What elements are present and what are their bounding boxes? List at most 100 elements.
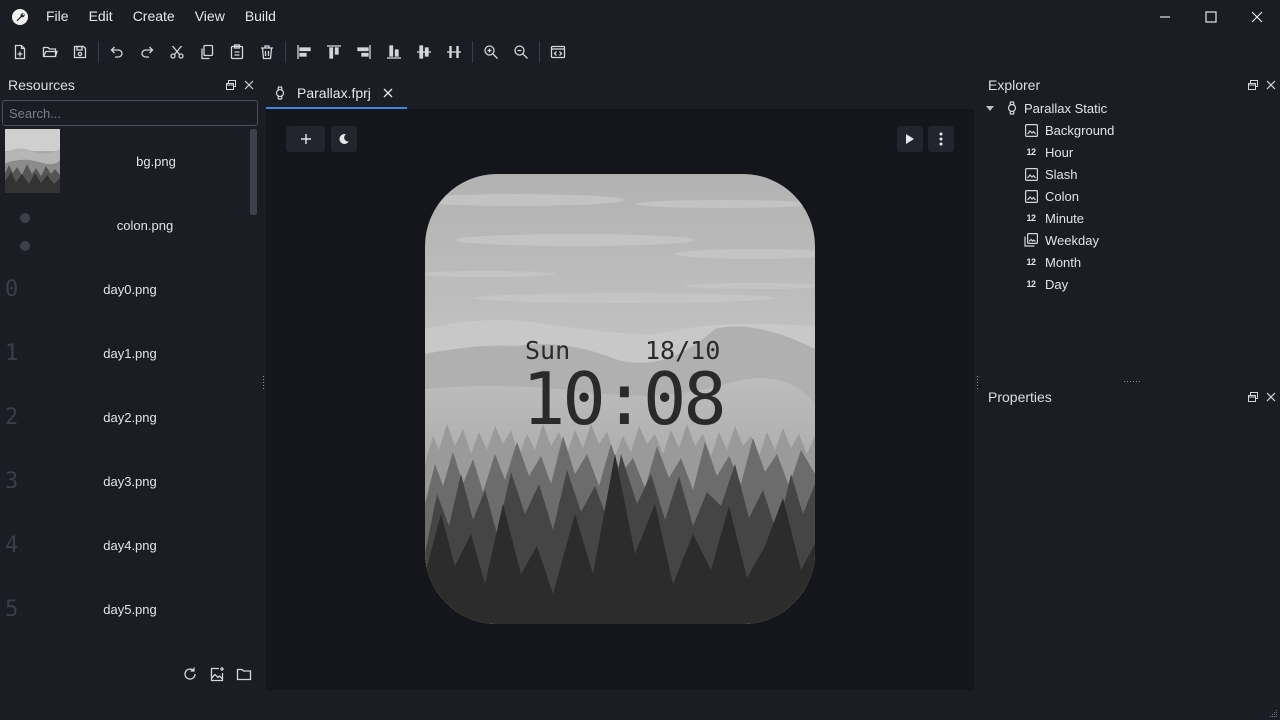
resource-item-day4[interactable]: 4 day4.png	[0, 513, 250, 577]
folder-icon	[236, 668, 252, 681]
toolbar-separator	[539, 41, 540, 63]
zoom-out-button[interactable]	[506, 37, 536, 67]
resource-item-bg[interactable]: bg.png	[0, 129, 250, 193]
design-canvas[interactable]: Sun 18/10 10:08	[266, 109, 974, 690]
watch-icon	[1007, 101, 1017, 115]
tree-item-colon[interactable]: Colon	[1024, 185, 1079, 207]
copy-button[interactable]	[192, 37, 222, 67]
resource-name: day1.png	[103, 345, 157, 361]
dark-mode-button[interactable]	[331, 126, 357, 152]
resource-item-day0[interactable]: 0 day0.png	[0, 257, 250, 321]
search-input[interactable]	[2, 100, 258, 126]
panel-splitter-handle[interactable]	[1124, 380, 1140, 383]
align-center-v-button[interactable]	[409, 37, 439, 67]
close-tab-button[interactable]	[383, 88, 393, 98]
resource-item-day2[interactable]: 2 day2.png	[0, 385, 250, 449]
cut-icon	[170, 45, 184, 59]
open-folder-button[interactable]	[236, 666, 252, 682]
cut-button[interactable]	[162, 37, 192, 67]
resources-panel: Resources bg.png	[0, 73, 262, 690]
preview-play-button[interactable]	[897, 126, 923, 152]
colon-dot	[20, 213, 30, 223]
menu-edit[interactable]: Edit	[79, 0, 123, 33]
align-right-button[interactable]	[349, 37, 379, 67]
moon-icon	[339, 133, 349, 144]
tree-item-label: Background	[1045, 122, 1115, 138]
tree-item-label: Slash	[1045, 166, 1078, 182]
resize-grip-icon[interactable]	[1268, 708, 1278, 718]
tree-item-hour[interactable]: 12 Hour	[1024, 141, 1073, 163]
resource-item-day5[interactable]: 5 day5.png	[0, 577, 250, 641]
maximize-button[interactable]	[1188, 0, 1234, 33]
undock-button[interactable]	[1248, 80, 1258, 90]
close-icon	[244, 80, 254, 90]
delete-button[interactable]	[252, 37, 282, 67]
tree-root-parallax-static[interactable]: Parallax Static	[986, 97, 1107, 119]
align-center-h-button[interactable]	[439, 37, 469, 67]
delete-icon	[261, 45, 273, 60]
align-bottom-button[interactable]	[379, 37, 409, 67]
watchface-preview[interactable]: Sun 18/10 10:08	[425, 174, 815, 624]
undo-icon	[110, 46, 123, 58]
plus-icon	[300, 134, 311, 144]
close-icon	[1266, 80, 1276, 90]
resource-item-day3[interactable]: 3 day3.png	[0, 449, 250, 513]
zoom-out-icon	[514, 45, 528, 59]
resource-scrollbar[interactable]	[250, 129, 257, 215]
undo-button[interactable]	[102, 37, 132, 67]
open-folder-button[interactable]	[35, 37, 65, 67]
explorer-header: Explorer	[980, 73, 1280, 97]
watch-time[interactable]: 10:08	[522, 357, 727, 441]
number-icon: 12	[1026, 147, 1036, 157]
undock-button[interactable]	[226, 80, 236, 90]
menu-view[interactable]: View	[185, 0, 235, 33]
menu-build[interactable]: Build	[235, 0, 286, 33]
resource-name: day5.png	[103, 601, 157, 617]
properties-title: Properties	[988, 389, 1052, 405]
editor-tabbar: Parallax.fprj	[266, 79, 974, 109]
code-view-button[interactable]	[543, 37, 573, 67]
zoom-in-button[interactable]	[476, 37, 506, 67]
tree-item-minute[interactable]: 12 Minute	[1024, 207, 1084, 229]
close-window-button[interactable]	[1234, 0, 1280, 33]
align-center-h-icon	[447, 46, 461, 58]
right-splitter-handle[interactable]	[976, 376, 979, 390]
tree-item-weekday[interactable]: Weekday	[1024, 229, 1099, 251]
new-file-button[interactable]	[5, 37, 35, 67]
code-view-icon	[550, 45, 566, 59]
number-icon: 12	[1026, 279, 1036, 289]
redo-button[interactable]	[132, 37, 162, 67]
add-element-button[interactable]	[286, 126, 325, 152]
align-top-button[interactable]	[319, 37, 349, 67]
close-panel-button[interactable]	[1266, 80, 1276, 90]
minimize-icon	[1160, 15, 1170, 18]
left-splitter-handle[interactable]	[262, 376, 265, 390]
close-panel-button[interactable]	[244, 80, 254, 90]
refresh-button[interactable]	[182, 666, 198, 682]
minimize-button[interactable]	[1142, 0, 1188, 33]
save-button[interactable]	[65, 37, 95, 67]
tab-parallax[interactable]: Parallax.fprj	[266, 79, 407, 109]
close-panel-button[interactable]	[1266, 392, 1276, 402]
tab-label: Parallax.fprj	[297, 85, 371, 101]
tree-item-day[interactable]: 12 Day	[1024, 273, 1068, 295]
menu-file[interactable]: File	[36, 0, 79, 33]
window-controls	[1142, 0, 1280, 33]
wrench-logo-icon	[12, 8, 28, 25]
resource-item-colon[interactable]: colon.png	[0, 193, 250, 257]
align-left-button[interactable]	[289, 37, 319, 67]
add-image-button[interactable]	[209, 666, 225, 682]
undock-button[interactable]	[1248, 392, 1258, 402]
tree-item-background[interactable]: Background	[1024, 119, 1114, 141]
refresh-icon	[184, 667, 196, 680]
more-vertical-icon	[939, 132, 943, 146]
resource-item-day1[interactable]: 1 day1.png	[0, 321, 250, 385]
close-icon	[1266, 392, 1276, 402]
more-options-button[interactable]	[928, 126, 954, 152]
explorer-title: Explorer	[988, 77, 1041, 93]
paste-button[interactable]	[222, 37, 252, 67]
menu-create[interactable]: Create	[123, 0, 185, 33]
tree-item-slash[interactable]: Slash	[1024, 163, 1078, 185]
tree-item-month[interactable]: 12 Month	[1024, 251, 1081, 273]
resources-header: Resources	[0, 73, 262, 97]
